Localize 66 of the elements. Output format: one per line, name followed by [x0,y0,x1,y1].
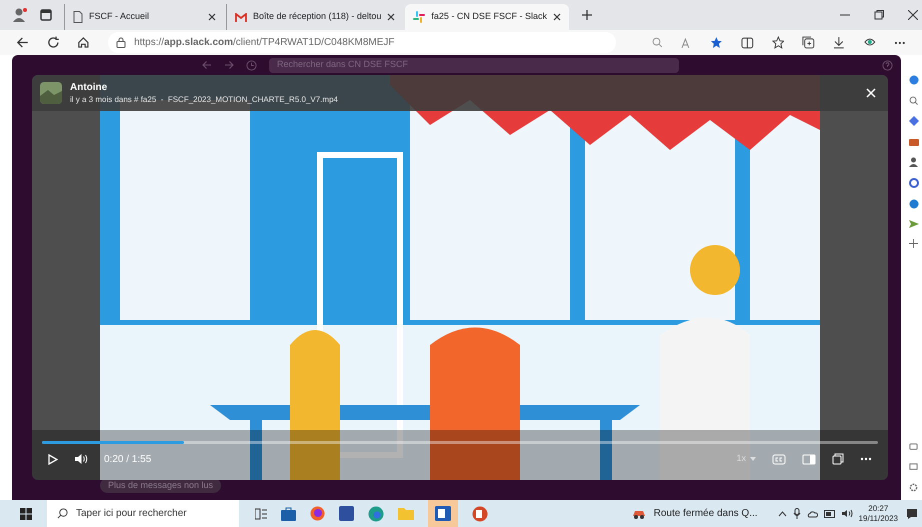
circle-icon[interactable] [908,178,918,188]
notifications-icon[interactable] [906,508,918,520]
windows-start-icon[interactable] [20,508,32,520]
chat-icon[interactable] [909,443,918,452]
star-icon[interactable] [710,36,723,49]
caret-icon [750,457,756,461]
search-icon [57,508,68,519]
more-icon[interactable] [860,457,872,461]
speaker-icon[interactable] [842,509,853,518]
word-icon [435,506,451,521]
clock-time: 20:27 [868,504,888,514]
back-icon[interactable] [16,36,29,49]
author-name: Antoine [70,81,108,94]
browser-tab[interactable]: fa25 - CN DSE FSCF - Slack [405,4,569,30]
powerpoint-icon[interactable] [472,506,488,522]
lock-icon [116,37,126,48]
diamond-icon[interactable] [908,116,918,126]
search-icon[interactable] [909,96,918,105]
task-view-icon[interactable] [255,508,267,520]
volume-icon[interactable] [74,453,88,465]
chevron-up-icon[interactable] [778,510,787,516]
avatar [40,82,62,104]
settings-icon[interactable] [909,483,918,492]
progress-track[interactable] [42,441,878,444]
close-tab-icon[interactable] [208,13,216,21]
play-icon[interactable] [48,454,58,464]
hash-logo-icon [413,11,426,23]
tab-title: Boîte de réception (118) - deltou [253,10,382,24]
url-text: https://app.slack.com/client/TP4RWAT1D/C048KM8MEJF [134,36,395,50]
taskbar-search-field[interactable]: Taper ici pour rechercher [47,500,239,527]
close-tab-icon[interactable] [552,13,561,21]
battery-icon[interactable] [824,510,836,518]
clock-date: 19/11/2023 [858,514,898,524]
favorites-icon[interactable] [772,36,784,49]
address-bar[interactable]: https://app.slack.com/client/TP4RWAT1D/C048KM8MEJF [108,32,616,53]
split-screen-icon[interactable] [740,36,754,48]
tab-title: fa25 - CN DSE FSCF - Slack [431,10,547,24]
microphone-icon[interactable] [792,508,801,519]
person-icon[interactable] [909,157,918,167]
history-icon[interactable] [246,60,257,70]
cloud-icon[interactable] [806,510,818,518]
tab-title: FSCF - Accueil [89,10,150,24]
close-icon[interactable] [908,10,918,20]
popout-icon[interactable] [832,453,844,465]
help-icon[interactable] [882,60,893,70]
page-icon [73,11,83,23]
add-icon[interactable] [909,239,918,248]
word-taskbar-button[interactable] [428,500,458,527]
more-icon[interactable] [894,40,906,44]
collections-icon[interactable] [802,36,815,49]
zoom-icon[interactable] [652,37,662,48]
screen-icon[interactable] [909,463,918,472]
tab-actions-icon[interactable] [40,9,52,21]
send-icon[interactable] [908,220,918,228]
close-tab-icon[interactable] [387,13,396,21]
mail-icon [235,12,247,22]
file-info: il y a 3 mois dans # fa25 - FSCF_2023_MOTION_CHARTE_R5.0_V7.mp4 [70,94,338,105]
forward-icon[interactable] [224,60,234,70]
new-tab-icon[interactable] [580,9,593,21]
news-widget-text[interactable]: Route fermée dans Q... [654,506,758,521]
home-icon[interactable] [77,36,90,49]
refresh-icon[interactable] [46,36,60,49]
restore-icon[interactable] [874,10,884,20]
profile-icon[interactable] [12,7,28,23]
download-icon[interactable] [832,36,845,49]
time-display: 0:20 / 1:55 [104,452,152,466]
